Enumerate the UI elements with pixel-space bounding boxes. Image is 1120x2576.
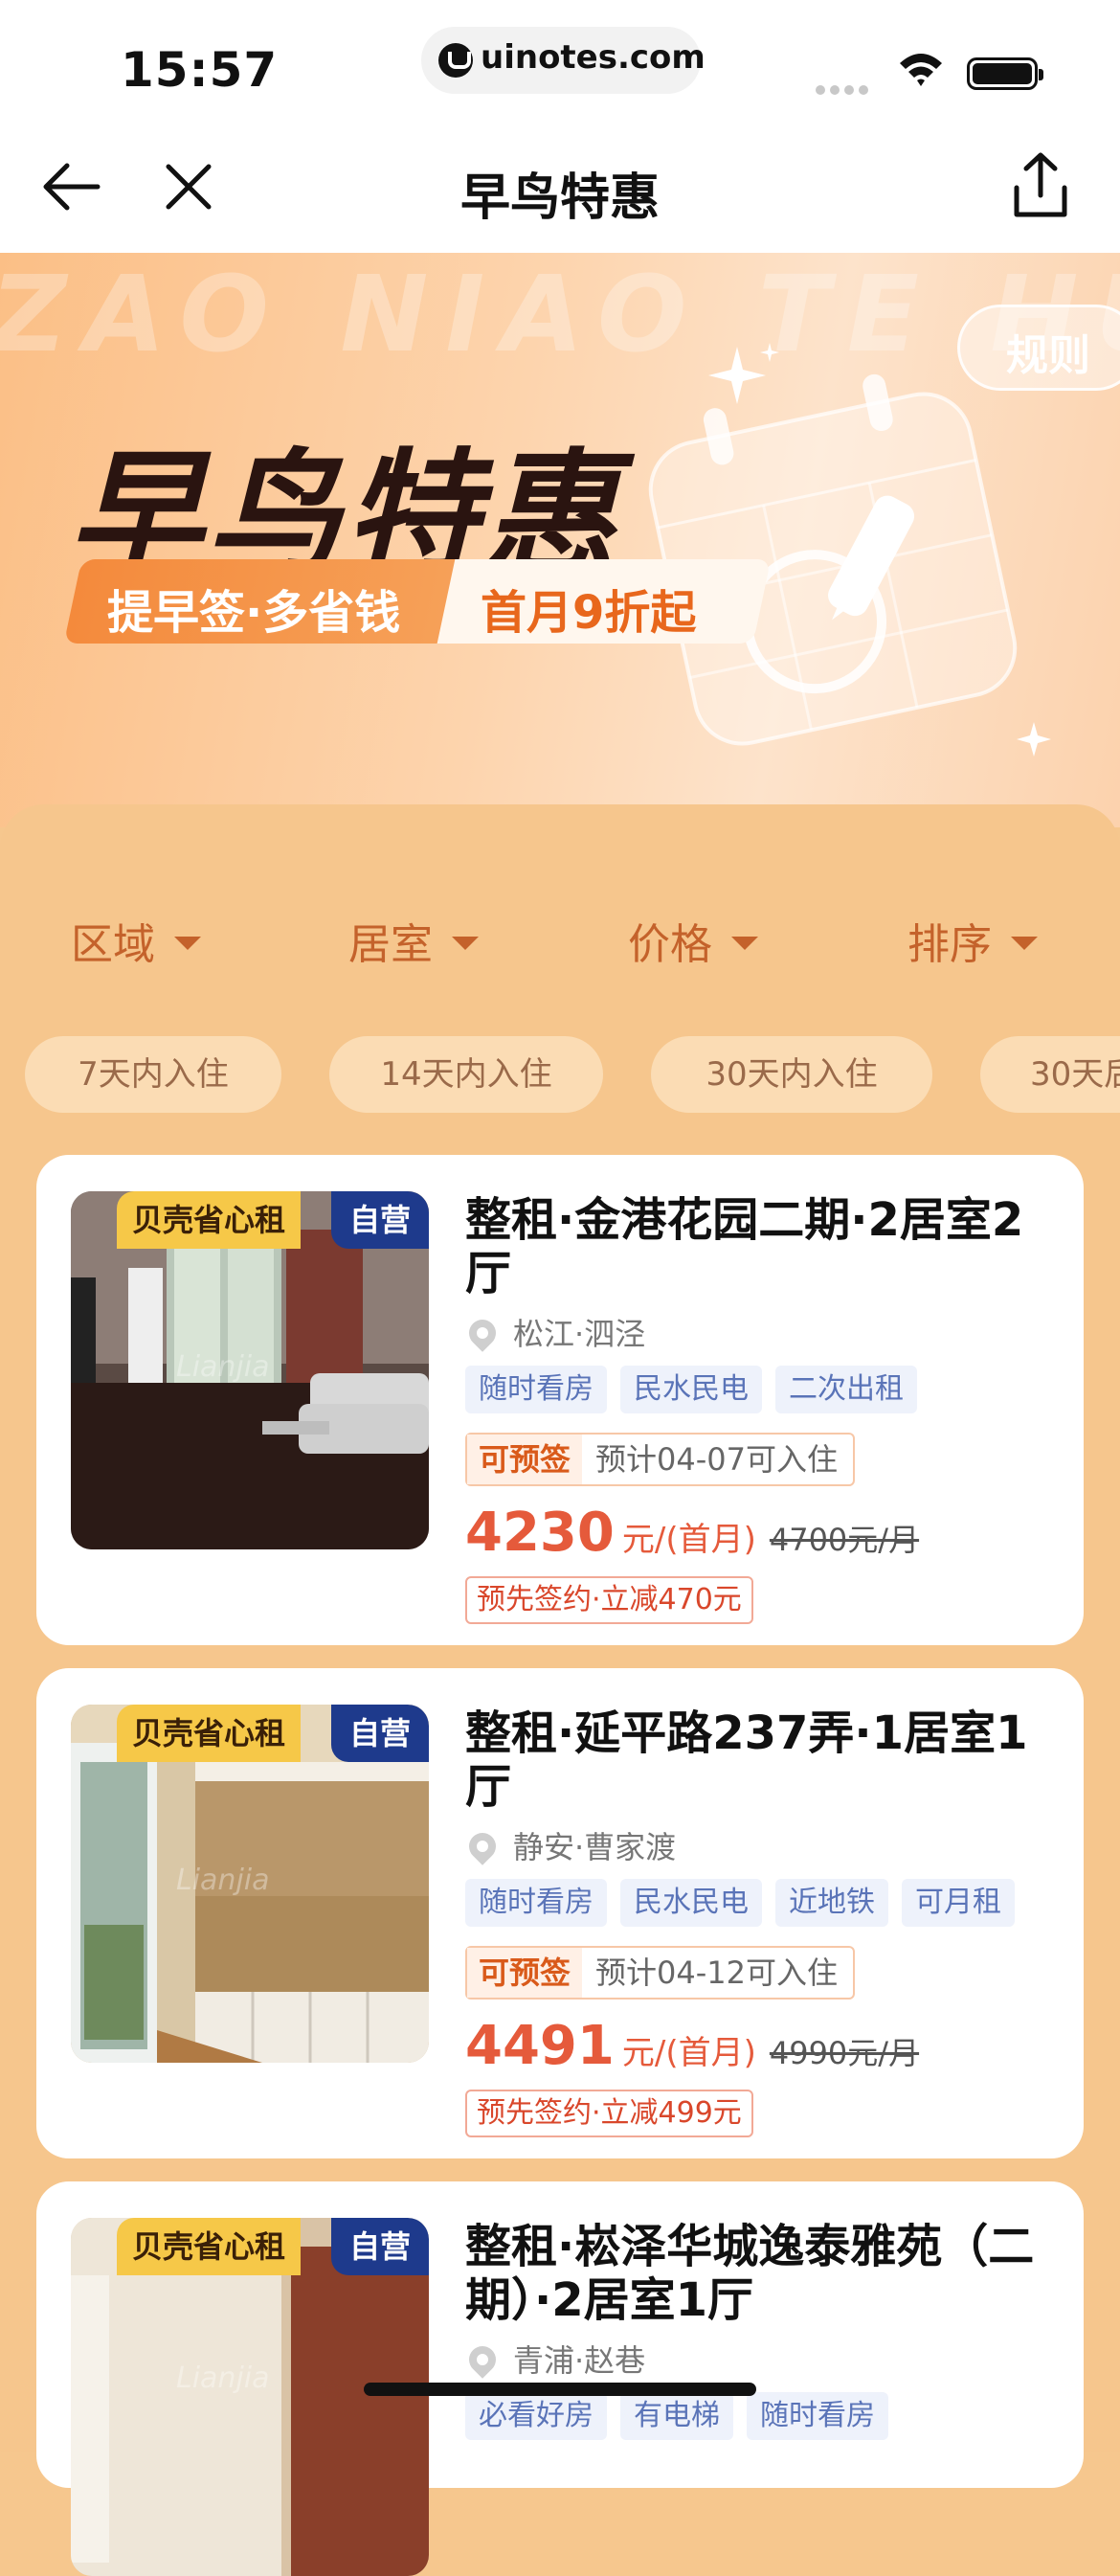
self-operated-badge: 自营 (331, 1705, 429, 1762)
listing-location: 松江·泗泾 (463, 1310, 646, 1352)
filter-label: 区域 (71, 920, 155, 969)
self-operated-badge: 自营 (331, 1191, 429, 1249)
chip-after-30-days[interactable]: 30天后 (980, 1036, 1120, 1113)
presign-label: 可预签 (467, 1948, 583, 1998)
brand-badge: 贝壳省心租 (117, 1191, 302, 1249)
listing-card[interactable]: 贝壳省心租 自营 Lianjia 整租·崧泽华城逸泰雅苑（二期）·2居室1厅 青… (36, 2181, 1084, 2576)
filter-region[interactable]: 区域 (71, 910, 201, 971)
listing-tag: 随时看房 (465, 1366, 607, 1413)
url-pill[interactable]: uinotes.com (421, 27, 706, 94)
presign-label: 可预签 (467, 1435, 583, 1484)
presign-badge: 可预签 预计04-12可入住 (465, 1946, 856, 2000)
listing-tag: 民水民电 (620, 1366, 762, 1413)
listing-card[interactable]: 贝壳省心租 自营 Lianjia 整租·延平路237弄·1居室1厅 静安·曹家渡… (36, 1668, 1084, 2158)
page-title: 早鸟特惠 (459, 169, 660, 227)
photo-watermark: Lianjia (176, 2361, 270, 2395)
listing-tags: 必看好房 有电梯 随时看房 (465, 2392, 902, 2440)
brand-badge: 贝壳省心租 (117, 1705, 302, 1762)
move-in-chips: 7天内入住 14天内入住 30天内入住 30天后 (0, 1036, 1120, 1113)
chip-7-days[interactable]: 7天内入住 (25, 1036, 281, 1113)
move-in-date: 预计04-12可入住 (595, 1955, 839, 1991)
presign-badge: 可预签 预计04-07可入住 (465, 1433, 856, 1486)
filter-label: 价格 (628, 920, 712, 969)
caret-down-icon (452, 937, 479, 950)
battery-icon (967, 57, 1043, 90)
location-pin-icon (463, 1314, 502, 1352)
price-unit: 元/(首月) (621, 2034, 756, 2072)
chip-14-days[interactable]: 14天内入住 (329, 1036, 603, 1113)
listing-title[interactable]: 整租·金港花园二期·2居室2厅 (465, 1193, 1049, 1300)
slogan-left: 提早签·多省钱 (107, 586, 401, 640)
listing-tag: 二次出租 (775, 1366, 917, 1413)
price-row: 4491 元/(首月) 4990元/月 (465, 2015, 919, 2082)
listing-tag: 民水民电 (620, 1879, 762, 1927)
brand-badge: 贝壳省心租 (117, 2218, 302, 2275)
move-in-date: 预计04-07可入住 (595, 1441, 839, 1478)
photo-watermark: Lianjia (176, 1350, 270, 1384)
home-indicator[interactable] (364, 2383, 756, 2396)
original-price: 4700元/月 (769, 1522, 920, 1558)
filter-rooms[interactable]: 居室 (348, 910, 479, 971)
status-time: 15:57 (121, 42, 279, 98)
location-text: 青浦·赵巷 (513, 2342, 646, 2379)
site-icon (438, 43, 473, 78)
url-text: uinotes.com (481, 38, 706, 77)
listing-tag: 近地铁 (775, 1879, 888, 1927)
banner-slogan: 提早签·多省钱 首月9折起 (63, 559, 772, 644)
listing-title[interactable]: 整租·延平路237弄·1居室1厅 (465, 1706, 1049, 1814)
location-pin-icon (463, 2340, 502, 2379)
listing-photo: 贝壳省心租 自营 Lianjia (71, 1191, 429, 1549)
listing-location: 青浦·赵巷 (463, 2337, 646, 2379)
caret-down-icon (1011, 937, 1038, 950)
price-unit: 元/(首月) (621, 1521, 756, 1559)
listing-title[interactable]: 整租·崧泽华城逸泰雅苑（二期）·2居室1厅 (465, 2220, 1049, 2327)
listing-tags: 随时看房 民水民电 近地铁 可月租 (465, 1879, 1028, 1927)
listing-card[interactable]: 贝壳省心租 自营 Lianjia 整租·金港花园二期·2居室2厅 松江·泗泾 随… (36, 1155, 1084, 1645)
original-price: 4990元/月 (769, 2035, 920, 2071)
listing-photo: 贝壳省心租 自营 Lianjia (71, 1705, 429, 2063)
filter-label: 居室 (348, 920, 433, 969)
price-value: 4491 (465, 2015, 615, 2077)
rules-label: 规则 (1006, 331, 1090, 380)
listing-photo: 贝壳省心租 自营 Lianjia (71, 2218, 429, 2576)
filter-sort[interactable]: 排序 (907, 910, 1038, 971)
location-pin-icon (463, 1827, 502, 1865)
discount-badge: 预先签约·立减470元 (465, 1576, 753, 1624)
caret-down-icon (174, 937, 201, 950)
sparkle-icon (708, 343, 779, 404)
discount-badge: 预先签约·立减499元 (465, 2090, 753, 2137)
photo-watermark: Lianjia (176, 1864, 270, 1897)
listing-tags: 随时看房 民水民电 二次出租 (465, 1366, 930, 1413)
listing-tag: 随时看房 (465, 1879, 607, 1927)
listing-tag: 有电梯 (620, 2392, 733, 2440)
self-operated-badge: 自营 (331, 2218, 429, 2275)
promo-banner: ZAO NIAO TE HUI 早鸟特惠 提早签·多省钱 首月9折起 规则 (0, 253, 1120, 827)
location-text: 静安·曹家渡 (513, 1829, 677, 1865)
listing-tag: 随时看房 (747, 2392, 888, 2440)
filter-bar: 区域 居室 价格 排序 (0, 910, 1120, 971)
price-row: 4230 元/(首月) 4700元/月 (465, 1502, 919, 1569)
filter-price[interactable]: 价格 (628, 910, 758, 971)
slogan-right: 首月9折起 (481, 586, 697, 640)
cellular-signal-icon (816, 80, 873, 99)
chip-30-days[interactable]: 30天内入住 (651, 1036, 932, 1113)
rules-button[interactable]: 规则 (957, 305, 1120, 391)
wifi-icon (900, 54, 942, 86)
listing-tag: 必看好房 (465, 2392, 607, 2440)
location-text: 松江·泗泾 (513, 1316, 646, 1352)
status-bar: 15:57 uinotes.com (0, 0, 1120, 124)
listing-location: 静安·曹家渡 (463, 1823, 677, 1865)
listing-tag: 可月租 (902, 1879, 1015, 1927)
caret-down-icon (731, 937, 758, 950)
price-value: 4230 (465, 1502, 615, 1564)
nav-bar: 早鸟特惠 (0, 124, 1120, 254)
share-icon[interactable] (1007, 149, 1074, 222)
filter-label: 排序 (907, 920, 992, 969)
